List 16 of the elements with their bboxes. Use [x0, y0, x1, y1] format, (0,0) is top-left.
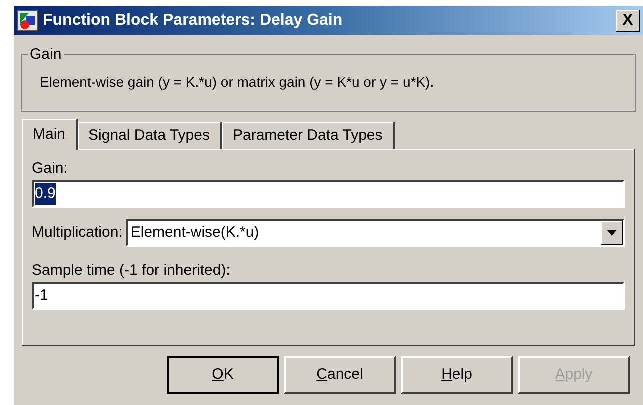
dialog-button[interactable]: OK — [167, 356, 279, 394]
dropdown[interactable]: Element-wise(K.*u) — [126, 219, 625, 247]
group-description: Element-wise gain (y = K.*u) or matrix gain (y = K*u or y = u*K). — [40, 73, 434, 92]
tab[interactable]: Main — [22, 119, 78, 150]
tab[interactable]: Signal Data Types — [78, 122, 222, 149]
field-label: Sample time (-1 for inherited): — [32, 261, 232, 281]
field-label: Gain: — [32, 159, 69, 179]
close-button[interactable]: X — [616, 10, 640, 32]
tab[interactable]: Parameter Data Types — [222, 122, 395, 149]
input-field[interactable]: 0.9 — [32, 180, 625, 208]
app-icon — [17, 10, 39, 32]
input-field[interactable]: -1 — [32, 282, 625, 310]
field-label: Multiplication: — [32, 222, 123, 243]
dialog-button[interactable]: Cancel — [284, 356, 396, 394]
window-title: Function Block Parameters: Delay Gain — [43, 10, 344, 30]
dialog-button[interactable]: Help — [401, 356, 513, 394]
